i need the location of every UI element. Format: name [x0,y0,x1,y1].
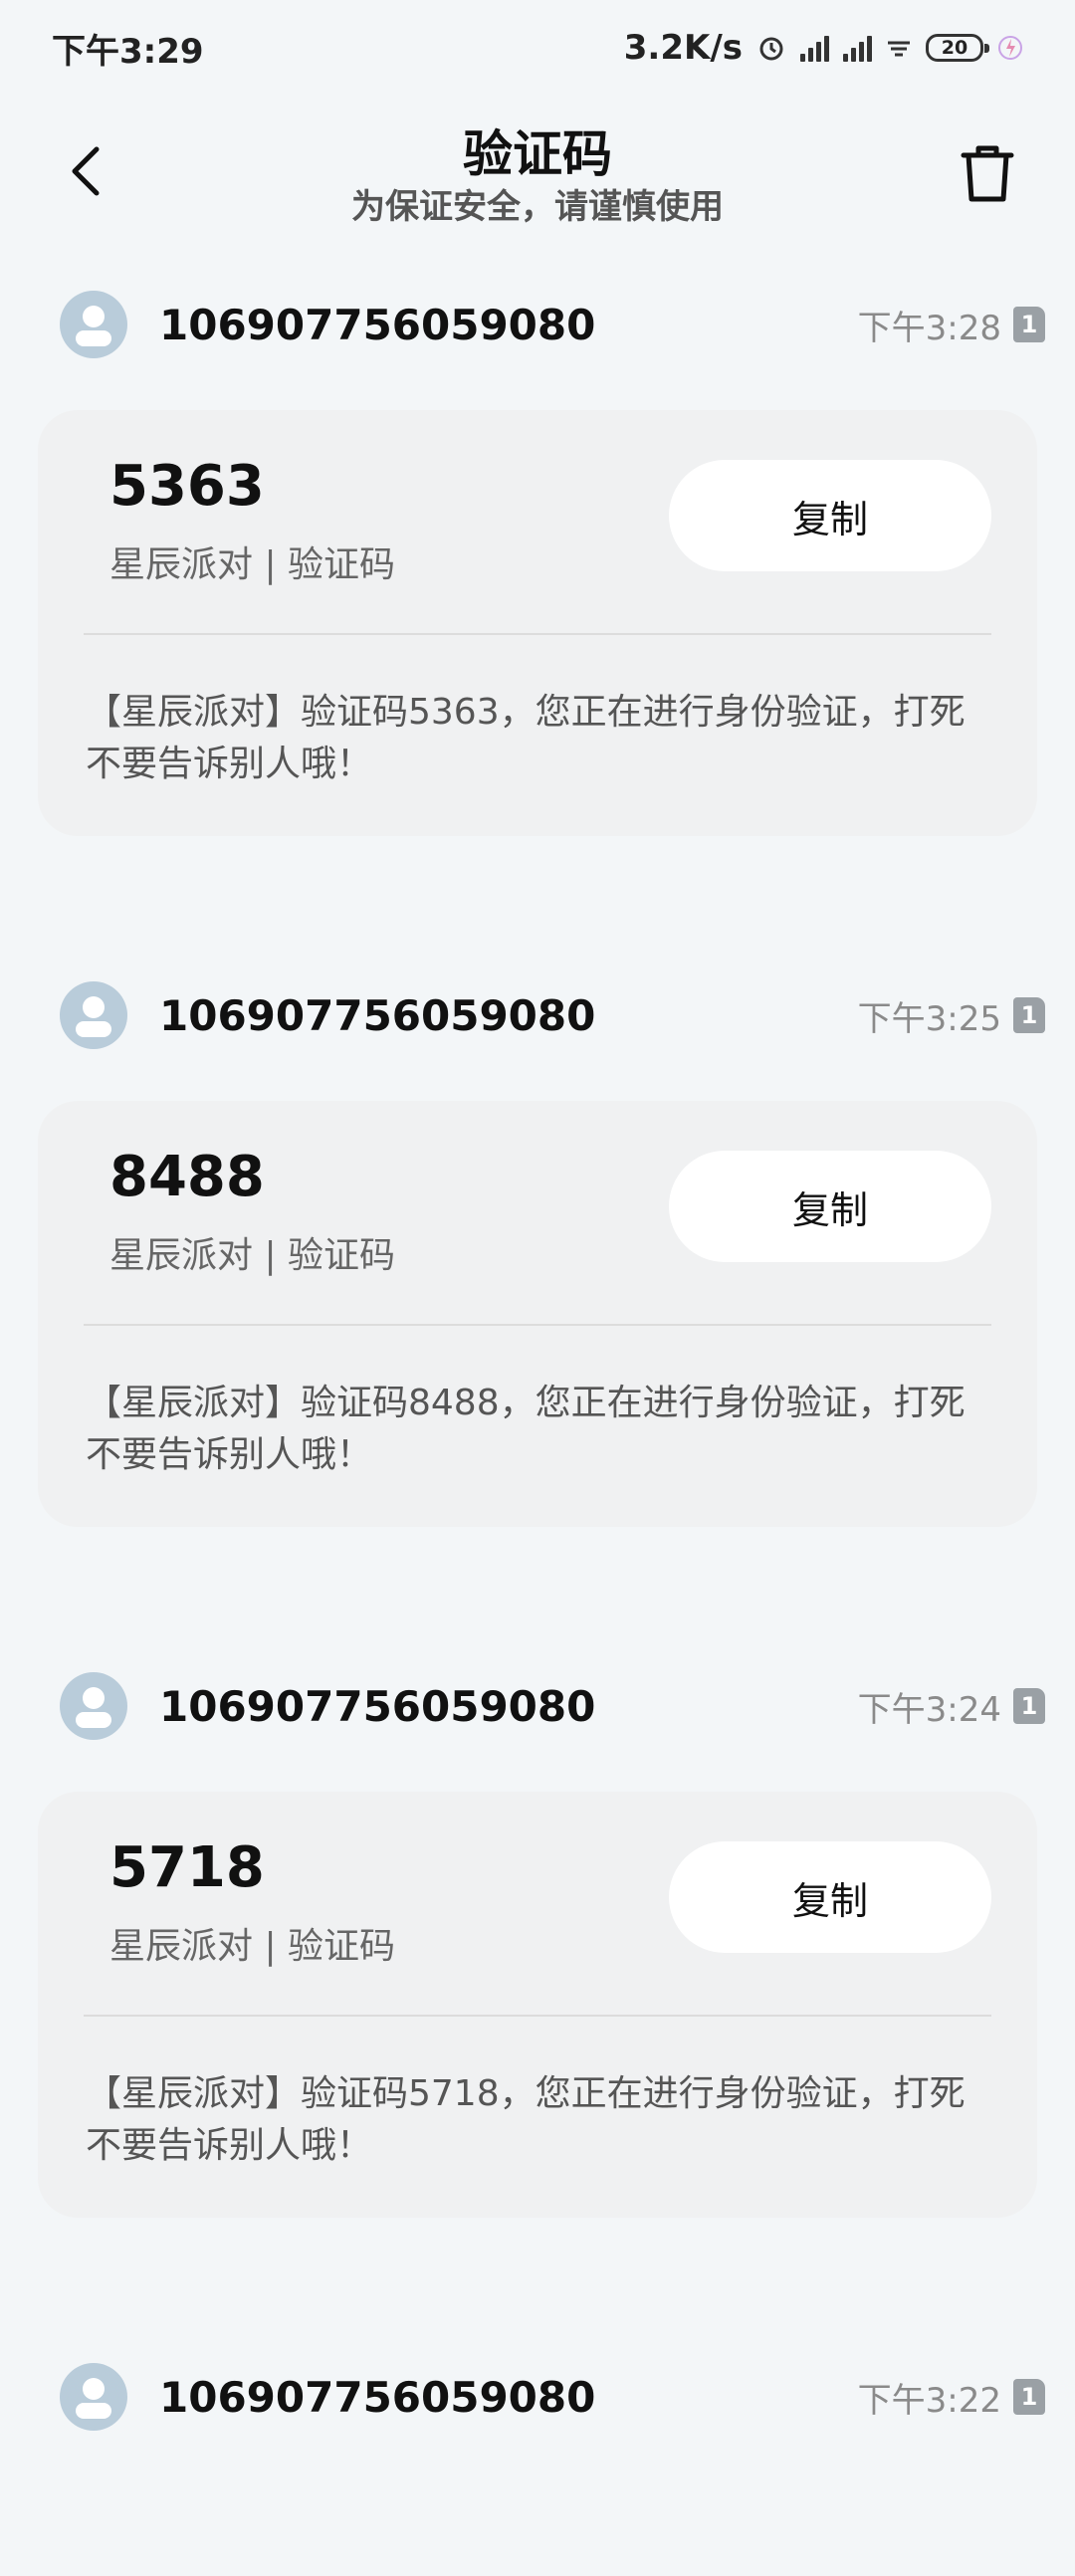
avatar [60,291,127,358]
message-item: 106907756059080 下午3:24 1 5718 星辰派对 | 验证码… [0,1646,1075,2218]
card-top: 5363 星辰派对 | 验证码 复制 [84,410,991,635]
signal-icon-2 [843,34,872,62]
sender-row[interactable]: 106907756059080 下午3:22 1 [0,2337,1075,2457]
trash-icon [961,145,1014,202]
message-time: 下午3:22 [857,2380,1001,2421]
battery-icon: 20 [926,34,989,62]
signal-icon [800,34,829,62]
card-top: 5718 星辰派对 | 验证码 复制 [84,1792,991,2017]
sender-number: 106907756059080 [159,1681,596,1731]
code-card: 5718 星辰派对 | 验证码 复制 【星辰派对】验证码5718，您正在进行身份… [38,1792,1037,2218]
message-item: 106907756059080 下午3:28 1 5363 星辰派对 | 验证码… [0,265,1075,836]
sim-icon: 1 [1013,2379,1045,2415]
wifi-icon [886,33,912,63]
code-card: 8488 星辰派对 | 验证码 复制 【星辰派对】验证码8488，您正在进行身份… [38,1101,1037,1527]
verification-code: 5718 [109,1835,265,1900]
message-time: 下午3:28 [857,308,1001,348]
card-top: 8488 星辰派对 | 验证码 复制 [84,1101,991,1326]
person-icon [76,2378,111,2419]
delete-button[interactable] [956,141,1019,205]
code-card: 5363 星辰派对 | 验证码 复制 【星辰派对】验证码5363，您正在进行身份… [38,410,1037,836]
verification-code: 8488 [109,1145,265,1209]
network-speed: 3.2K/s [623,28,743,68]
sim-icon: 1 [1013,997,1045,1033]
message-time: 下午3:24 [857,1689,1001,1730]
avatar [60,981,127,1049]
verification-code: 5363 [109,454,265,519]
person-icon [76,996,111,1037]
sender-row[interactable]: 106907756059080 下午3:24 1 [0,1646,1075,1766]
alarm-icon [756,33,786,63]
sender-row[interactable]: 106907756059080 下午3:25 1 [0,956,1075,1075]
message-list: 106907756059080 下午3:28 1 5363 星辰派对 | 验证码… [0,265,1075,2576]
page-subtitle: 为保证安全，请谨慎使用 [351,187,724,227]
status-time: 下午3:29 [52,31,204,72]
copy-button[interactable]: 复制 [669,1841,991,1953]
avatar [60,1672,127,1740]
message-time: 下午3:25 [857,998,1001,1039]
message-content: 【星辰派对】验证码5718，您正在进行身份验证，打死不要告诉别人哦！ [86,2073,966,2166]
battery-level: 20 [941,37,968,59]
copy-button[interactable]: 复制 [669,460,991,571]
sender-number: 106907756059080 [159,300,596,349]
status-icons: 3.2K/s 20 [624,28,1023,68]
page-title: 验证码 [463,125,612,183]
sender-number: 106907756059080 [159,990,596,1040]
code-source-label: 星辰派对 | 验证码 [109,1235,396,1276]
message-content: 【星辰派对】验证码5363，您正在进行身份验证，打死不要告诉别人哦！ [86,692,966,784]
sender-number: 106907756059080 [159,2372,596,2422]
avatar [60,2363,127,2431]
sender-row[interactable]: 106907756059080 下午3:28 1 [0,265,1075,384]
message-item: 106907756059080 下午3:22 1 [0,2337,1075,2457]
message-content: 【星辰派对】验证码8488，您正在进行身份验证，打死不要告诉别人哦！ [86,1383,966,1475]
code-source-label: 星辰派对 | 验证码 [109,544,396,585]
sim-icon: 1 [1013,307,1045,342]
message-item: 106907756059080 下午3:25 1 8488 星辰派对 | 验证码… [0,956,1075,1527]
status-bar: 下午3:29 3.2K/s 20 [0,0,1075,96]
copy-button[interactable]: 复制 [669,1151,991,1262]
person-icon [76,306,111,346]
charging-icon [997,33,1023,63]
person-icon [76,1687,111,1728]
header: 验证码 为保证安全，请谨慎使用 [0,96,1075,265]
title-wrap: 验证码 为保证安全，请谨慎使用 [0,123,1075,229]
sim-icon: 1 [1013,1688,1045,1724]
code-source-label: 星辰派对 | 验证码 [109,1926,396,1967]
